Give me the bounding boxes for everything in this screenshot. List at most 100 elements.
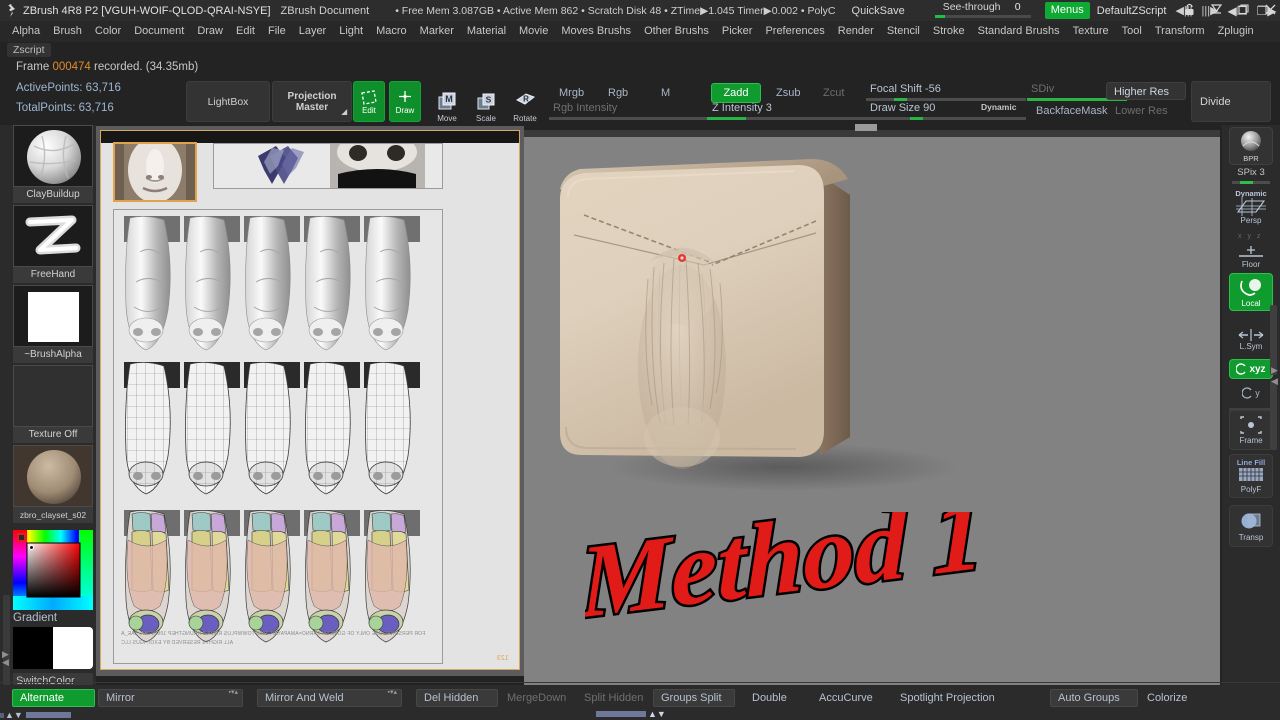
canvas-viewport[interactable]: Method 1: [524, 137, 1220, 685]
draw-button[interactable]: Draw: [389, 81, 421, 122]
alpha-palette-item[interactable]: ~BrushAlpha: [13, 285, 93, 363]
bottom-scroll-left-cap[interactable]: [0, 713, 4, 718]
menu-item-macro[interactable]: Macro: [370, 23, 413, 40]
menu-item-standard-brushs[interactable]: Standard Brushs: [972, 23, 1066, 40]
right-palette-collapse-icon[interactable]: ▶ ◀: [1271, 365, 1278, 387]
zcut-button[interactable]: Zcut: [816, 84, 851, 102]
bpr-button[interactable]: BPR: [1229, 127, 1273, 165]
gradient-label[interactable]: Gradient: [13, 612, 57, 624]
mergedown-button[interactable]: MergeDown: [500, 689, 582, 707]
rgb-button[interactable]: Rgb: [601, 84, 635, 102]
split-hidden-button[interactable]: Split Hidden: [577, 689, 659, 707]
higher-res-button[interactable]: Higher Res: [1106, 82, 1186, 100]
color-swatches[interactable]: [13, 627, 93, 669]
groups-split-button[interactable]: Groups Split: [653, 689, 735, 707]
menu-item-zplugin[interactable]: Zplugin: [1212, 23, 1260, 40]
scale-button[interactable]: S Scale: [469, 81, 503, 123]
mirror-axis-icon[interactable]: ▪▾▴: [228, 688, 238, 696]
divide-button[interactable]: Divide: [1191, 81, 1271, 122]
bottom-scrollbar-left[interactable]: [26, 712, 71, 718]
colorize-button[interactable]: Colorize: [1140, 689, 1220, 707]
menu-item-movie[interactable]: Movie: [513, 23, 554, 40]
menu-item-transform[interactable]: Transform: [1149, 23, 1211, 40]
menu-item-brush[interactable]: Brush: [47, 23, 88, 40]
bottom-scrollbar-right[interactable]: [596, 711, 646, 717]
reference-image-panel[interactable]: FOR PERSONAL USE ONLY OF GOMESH KARNO=AM…: [96, 126, 524, 676]
menu-item-marker[interactable]: Marker: [414, 23, 460, 40]
stroke-freehand-icon[interactable]: [13, 205, 93, 267]
mrgb-button[interactable]: Mrgb: [552, 84, 591, 102]
focal-shift-slider[interactable]: Focal Shift -56: [866, 83, 1026, 102]
y-symmetry-button[interactable]: y: [1229, 383, 1273, 403]
edit-button[interactable]: Edit: [353, 81, 385, 122]
spotlight-projection-button[interactable]: Spotlight Projection: [893, 689, 1053, 707]
stroke-palette-item[interactable]: FreeHand: [13, 205, 93, 283]
zsub-button[interactable]: Zsub: [769, 84, 807, 102]
menu-item-stroke[interactable]: Stroke: [927, 23, 971, 40]
menu-item-color[interactable]: Color: [89, 23, 127, 40]
rotate-button[interactable]: R Rotate: [508, 81, 542, 123]
brush-palette-item[interactable]: ClayBuildup: [13, 125, 93, 203]
zscript-name[interactable]: DefaultZScript: [1097, 5, 1167, 17]
menu-item-tool[interactable]: Tool: [1116, 23, 1148, 40]
local-button[interactable]: Local: [1229, 273, 1273, 311]
restore-icon[interactable]: [1238, 3, 1249, 18]
menu-item-moves-brushs[interactable]: Moves Brushs: [555, 23, 637, 40]
lock-icon[interactable]: [1184, 3, 1195, 19]
floor-button[interactable]: Floor: [1229, 241, 1273, 271]
primary-color-swatch[interactable]: [13, 627, 53, 669]
left-palette-collapse-icon[interactable]: ▶ ◀: [2, 650, 9, 667]
backfacemask-button[interactable]: BackfaceMask: [1029, 102, 1115, 120]
menu-item-document[interactable]: Document: [128, 23, 190, 40]
menu-item-stencil[interactable]: Stencil: [881, 23, 926, 40]
menu-item-file[interactable]: File: [262, 23, 292, 40]
minimize-icon[interactable]: [1210, 3, 1223, 18]
frame-button[interactable]: Frame: [1229, 410, 1273, 450]
zadd-button[interactable]: Zadd: [711, 83, 761, 103]
polyf-button[interactable]: Line Fill PolyF: [1229, 454, 1273, 498]
mirror-button[interactable]: Mirror ▪▾▴: [98, 689, 243, 707]
zscript-tab[interactable]: Zscript: [7, 43, 51, 57]
menu-item-layer[interactable]: Layer: [293, 23, 333, 40]
menu-item-alpha[interactable]: Alpha: [6, 23, 46, 40]
lsym-button[interactable]: L.Sym: [1229, 323, 1273, 355]
color-wheel-icon[interactable]: [13, 530, 93, 610]
accucurve-button[interactable]: AccuCurve: [812, 689, 902, 707]
lightbox-button[interactable]: LightBox: [186, 81, 270, 122]
transp-button[interactable]: Transp: [1229, 505, 1273, 547]
color-picker-selector-icon[interactable]: [17, 533, 26, 542]
menus-button[interactable]: Menus: [1044, 2, 1090, 19]
del-hidden-button[interactable]: Del Hidden: [416, 689, 498, 707]
sculpt-model[interactable]: [524, 137, 1220, 685]
secondary-color-swatch[interactable]: [53, 627, 93, 669]
color-picker[interactable]: [13, 530, 93, 610]
move-button[interactable]: M Move: [430, 81, 464, 123]
rgb-intensity-slider[interactable]: Rgb Intensity: [549, 102, 719, 121]
menu-item-other-brushs[interactable]: Other Brushs: [638, 23, 715, 40]
spix-slider[interactable]: [1232, 181, 1270, 184]
menu-item-light[interactable]: Light: [333, 23, 369, 40]
menu-item-edit[interactable]: Edit: [230, 23, 261, 40]
menu-item-material[interactable]: Material: [461, 23, 512, 40]
mirror-and-weld-button[interactable]: Mirror And Weld ▪▾▴: [257, 689, 402, 707]
mirror-weld-axis-icon[interactable]: ▪▾▴: [387, 688, 397, 696]
menu-item-render[interactable]: Render: [832, 23, 880, 40]
viewport-handle[interactable]: [855, 124, 877, 131]
material-palette-item[interactable]: zbro_clayset_s02: [13, 445, 93, 523]
floor-axis-toggles[interactable]: x y z: [1238, 233, 1262, 240]
menu-item-picker[interactable]: Picker: [716, 23, 759, 40]
menu-item-draw[interactable]: Draw: [191, 23, 229, 40]
lower-res-button[interactable]: Lower Res: [1108, 102, 1175, 120]
xyz-symmetry-button[interactable]: xyz: [1229, 359, 1273, 379]
bottom-scroll-arrows-icon[interactable]: ▲▼: [5, 711, 23, 720]
brush-claybuildup-icon[interactable]: [13, 125, 93, 187]
projection-master-button[interactable]: Projection Master ◢: [272, 81, 352, 122]
reference-thumb-face[interactable]: [113, 142, 197, 202]
spix-label[interactable]: SPix 3: [1222, 167, 1280, 178]
menu-item-texture[interactable]: Texture: [1067, 23, 1115, 40]
texture-palette-item[interactable]: Texture Off: [13, 365, 93, 443]
alpha-brushalpha-icon[interactable]: [13, 285, 93, 347]
see-through-slider[interactable]: See-through 0: [927, 0, 1035, 21]
close-icon[interactable]: [1265, 4, 1276, 18]
texture-off-icon[interactable]: [13, 365, 93, 427]
